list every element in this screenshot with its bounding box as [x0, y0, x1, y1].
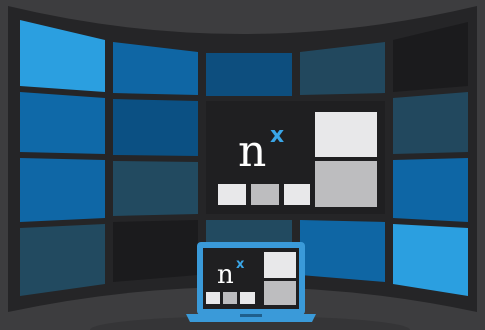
- video-wall-graphic: n x n x: [8, 6, 477, 330]
- screen-tile: [393, 158, 468, 222]
- laptop: n x: [186, 242, 316, 322]
- screen-tile: [20, 92, 105, 154]
- screen-tile: [20, 158, 105, 222]
- laptop-window: [223, 292, 237, 304]
- laptop-logo-x-letter: x: [236, 257, 245, 272]
- laptop-trackpad-notch: [240, 314, 262, 317]
- screen-tile: [20, 224, 105, 296]
- center-display-window-tall: [315, 161, 377, 207]
- screen-tile: [300, 220, 385, 282]
- laptop-window: [264, 281, 296, 305]
- laptop-window: [264, 252, 296, 278]
- screen-tile: [393, 224, 468, 296]
- logo-x-letter: x: [270, 123, 284, 148]
- center-display-window-small: [251, 184, 279, 205]
- center-display-window-small: [284, 184, 310, 205]
- screen-tile: [393, 92, 468, 154]
- screen-tile: [206, 53, 292, 96]
- screen-tile: [113, 220, 198, 282]
- center-display-window-small: [218, 184, 246, 205]
- screen-tile: [113, 99, 198, 156]
- logo-n-letter: n: [238, 126, 266, 177]
- laptop-window: [206, 292, 220, 304]
- screen-tile: [206, 220, 292, 244]
- center-display-window-large: [315, 112, 377, 157]
- video-wall-illustration: n x n x: [0, 0, 485, 330]
- laptop-window: [240, 292, 255, 304]
- screen-tile: [113, 161, 198, 216]
- laptop-logo-n-letter: n: [217, 260, 234, 290]
